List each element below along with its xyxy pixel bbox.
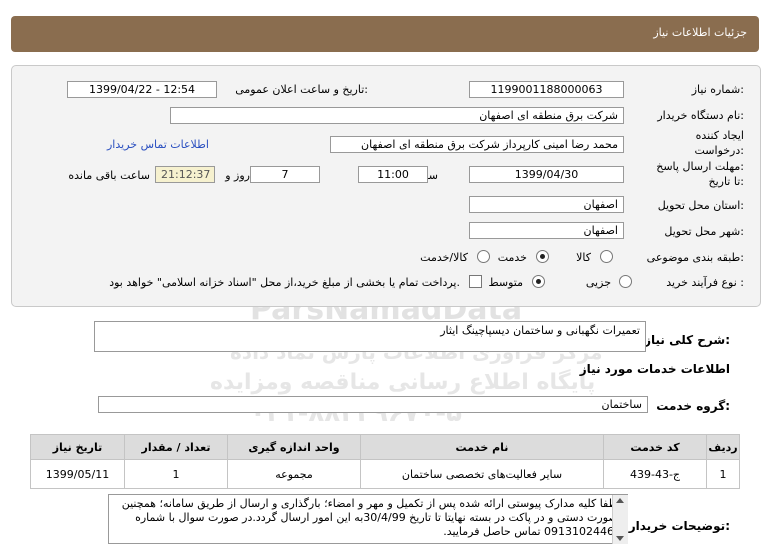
- creator-field: محمد رضا امینی کارپرداز شرکت برق منطقه ا…: [330, 136, 624, 153]
- page-title: جزئیات اطلاعات نیاز: [653, 26, 747, 39]
- buyer-label: نام دستگاه خریدار:: [657, 109, 744, 122]
- buyer-notes-textarea[interactable]: لطفا کلیه مدارک پیوستی ارائه شده پس از ت…: [108, 494, 628, 544]
- category-option-goods-service: کالا/خدمت: [420, 251, 468, 264]
- province-field: اصفهان: [469, 196, 624, 213]
- buyer-notes-text: لطفا کلیه مدارک پیوستی ارائه شده پس از ت…: [121, 497, 621, 538]
- col-header-name: نام خدمت: [360, 434, 604, 460]
- treasury-payment-note: پرداخت تمام یا بخشی از مبلغ خرید،از محل …: [109, 276, 460, 289]
- process-option-medium: متوسط: [488, 276, 523, 289]
- days-field: 7: [250, 166, 320, 183]
- process-radio-medium[interactable]: [532, 275, 545, 288]
- services-heading: اطلاعات خدمات مورد نیاز: [579, 362, 730, 376]
- notes-label: توضیحات خریدار:: [628, 519, 730, 533]
- deadline-label-2: تا تاریخ:: [708, 175, 744, 188]
- deadline-label-1: مهلت ارسال پاسخ:: [656, 160, 744, 173]
- creator-label-2: درخواست:: [694, 144, 745, 157]
- col-header-code: کد خدمت: [603, 434, 707, 460]
- service-group-label: گروه خدمت:: [656, 399, 730, 413]
- creator-label-1: ایجاد کننده: [695, 129, 744, 142]
- notes-scrollbar[interactable]: [612, 495, 628, 544]
- province-label: استان محل تحویل:: [657, 199, 744, 212]
- services-table: ردیف کد خدمت نام خدمت واحد اندازه گیری ت…: [30, 434, 740, 489]
- process-option-minor: جزیی: [585, 276, 611, 289]
- scroll-up-icon[interactable]: [616, 498, 624, 503]
- category-radio-service[interactable]: [536, 250, 549, 263]
- watermark-line2: پایگاه اطلاع رسانی مناقصه ومزایده: [210, 370, 596, 395]
- cell-quantity: 1: [124, 459, 228, 489]
- col-header-unit: واحد اندازه گیری: [227, 434, 361, 460]
- process-radio-minor[interactable]: [619, 275, 632, 288]
- deadline-time-field: 11:00: [358, 166, 428, 183]
- category-label: طبقه بندی موضوعی:: [646, 251, 744, 264]
- cell-name: سایر فعالیت‌های تخصصی ساختمان: [360, 459, 604, 489]
- summary-label: شرح کلی نیاز:: [644, 333, 730, 347]
- remaining-time-field: 21:12:37: [155, 166, 215, 183]
- need-details-panel: شماره نیاز: 1199001188000063 تاریخ و ساع…: [11, 65, 761, 307]
- announce-field: 1399/04/22 - 12:54: [67, 81, 217, 98]
- city-label: شهر محل تحویل:: [664, 225, 744, 238]
- category-radio-goods[interactable]: [600, 250, 613, 263]
- buyer-field: شرکت برق منطقه ای اصفهان: [170, 107, 624, 124]
- city-field: اصفهان: [469, 222, 624, 239]
- category-radio-goods-service[interactable]: [477, 250, 490, 263]
- process-label: نوع فرآیند خرید :: [666, 276, 744, 289]
- remaining-label: ساعت باقی مانده: [68, 169, 150, 182]
- cell-row: 1: [706, 459, 740, 489]
- cell-code: ج-43-439: [603, 459, 707, 489]
- table-row: 1 ج-43-439 سایر فعالیت‌های تخصصی ساختمان…: [30, 459, 740, 489]
- category-option-goods: کالا: [576, 251, 591, 264]
- summary-field: تعمیرات نگهبانی و ساختمان دیسپاچینگ ایثا…: [94, 321, 646, 352]
- need-number-label: شماره نیاز:: [691, 83, 744, 96]
- cell-date: 1399/05/11: [30, 459, 125, 489]
- cell-unit: مجموعه: [227, 459, 361, 489]
- announce-label: تاریخ و ساعت اعلان عمومی:: [235, 83, 368, 96]
- deadline-date-field: 1399/04/30: [469, 166, 624, 183]
- days-label: روز و: [225, 169, 250, 182]
- need-number-field: 1199001188000063: [469, 81, 624, 98]
- col-header-quantity: تعداد / مقدار: [124, 434, 228, 460]
- treasury-payment-checkbox[interactable]: [469, 275, 482, 288]
- col-header-row: ردیف: [706, 434, 740, 460]
- scroll-down-icon[interactable]: [616, 536, 624, 541]
- category-option-service: خدمت: [497, 251, 527, 264]
- page-header: جزئیات اطلاعات نیاز: [11, 16, 759, 52]
- service-group-field: ساختمان: [98, 396, 648, 413]
- col-header-date: تاریخ نیاز: [30, 434, 125, 460]
- buyer-contact-link[interactable]: اطلاعات تماس خریدار: [107, 138, 209, 151]
